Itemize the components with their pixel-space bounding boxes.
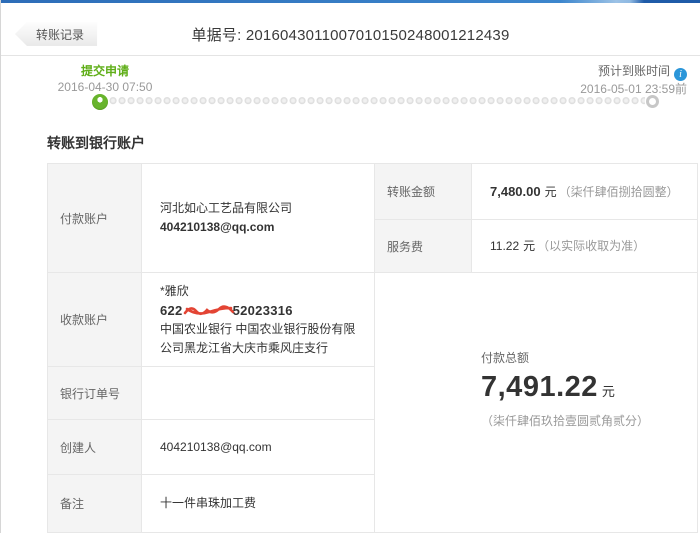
payee-label: 收款账户 [48,273,142,367]
timeline-track [92,93,659,110]
service-fee-note: （以实际收取为准） [537,238,646,253]
transfer-amount-value: 7,480.00 元（柒仟肆佰捌拾圆整） [472,164,697,220]
document-number-value: 2016043011007010150248001212439 [245,27,510,44]
payer-company: 河北如心工艺品有限公司 [160,201,293,215]
timeline-start-dot-icon [92,93,108,110]
payee-value: *雅欣 622 52023316 中国农业银行 中国农业银行股份有限公司黑龙江省大… [142,273,374,367]
payer-value: 河北如心工艺品有限公司 404210138@qq.com [142,164,374,273]
info-icon[interactable]: i [674,68,687,81]
header: 转账记录 单据号: 201604301100701015024800121243… [1,3,700,56]
bank-order-label: 银行订单号 [48,367,142,420]
transfer-amount-caps: （柒仟肆佰捌拾圆整） [558,184,679,199]
timeline-start-title: 提交申请 [80,64,129,78]
remark-value: 十一件串珠加工费 [142,475,374,532]
payee-bank: 中国农业银行 中国农业银行股份有限公司黑龙江省大庆市乘风庄支行 [160,321,356,355]
card-prefix: 622 [160,302,183,318]
timeline-end-title-text: 预计到账时间 [597,64,670,78]
card-suffix: 52023316 [232,302,293,318]
payee-name: *雅欣 [160,283,189,298]
transfer-detail-page: 转账记录 单据号: 201604301100701015024800121243… [0,0,700,533]
timeline: 提交申请 2016-04-30 07:50 预计到账时间 i 2016-05-01… [1,56,700,120]
payee-card-number: 622 52023316 [160,301,364,320]
timeline-end-dot-icon [646,95,659,108]
transfer-amount-label: 转账金额 [375,164,472,220]
transfer-amount-unit: 元 [544,184,557,199]
transfer-detail-table: 付款账户 河北如心工艺品有限公司 404210138@qq.com 收款账户 *… [47,163,698,533]
timeline-dotted-line [109,96,645,107]
total-amount-unit: 元 [601,384,615,399]
service-fee-unit: 元 [523,238,536,253]
total-amount-value: 7,491.22 元 [481,372,697,407]
detail-table-left: 付款账户 河北如心工艺品有限公司 404210138@qq.com 收款账户 *… [48,164,375,532]
service-fee-label: 服务费 [375,220,472,273]
total-amount-label: 付款总额 [481,351,530,365]
total-amount-caps: （柒仟肆佰玖拾壹圆贰角贰分） [481,414,650,428]
document-number: 单据号: 2016043011007010150248001212439 [1,3,700,45]
service-fee-value: 11.22 元（以实际收取为准） [472,220,697,273]
creator-label: 创建人 [48,420,142,475]
creator-value: 404210138@qq.com [142,420,374,475]
section-title: 转账到银行账户 [47,135,145,151]
remark-label: 备注 [48,475,142,532]
payer-account: 404210138@qq.com [160,220,275,234]
bank-order-value [142,367,374,420]
redaction-scribble-icon [183,303,237,316]
timeline-end-title: 预计到账时间 i [580,64,687,81]
total-amount-number: 7,491.22 [481,371,598,403]
service-fee-number: 11.22 [490,238,520,253]
document-number-label: 单据号: [191,27,246,44]
back-button[interactable]: 转账记录 [15,22,98,46]
transfer-amount-number: 7,480.00 [490,183,541,199]
timeline-start: 提交申请 2016-04-30 07:50 [49,64,161,95]
payer-label: 付款账户 [48,164,142,273]
detail-table-right: 转账金额 7,480.00 元（柒仟肆佰捌拾圆整） 服务费 11.22 元（以实际收… [375,164,697,532]
total-amount-block: 付款总额 7,491.22 元 （柒仟肆佰玖拾壹圆贰角贰分） [375,273,697,532]
